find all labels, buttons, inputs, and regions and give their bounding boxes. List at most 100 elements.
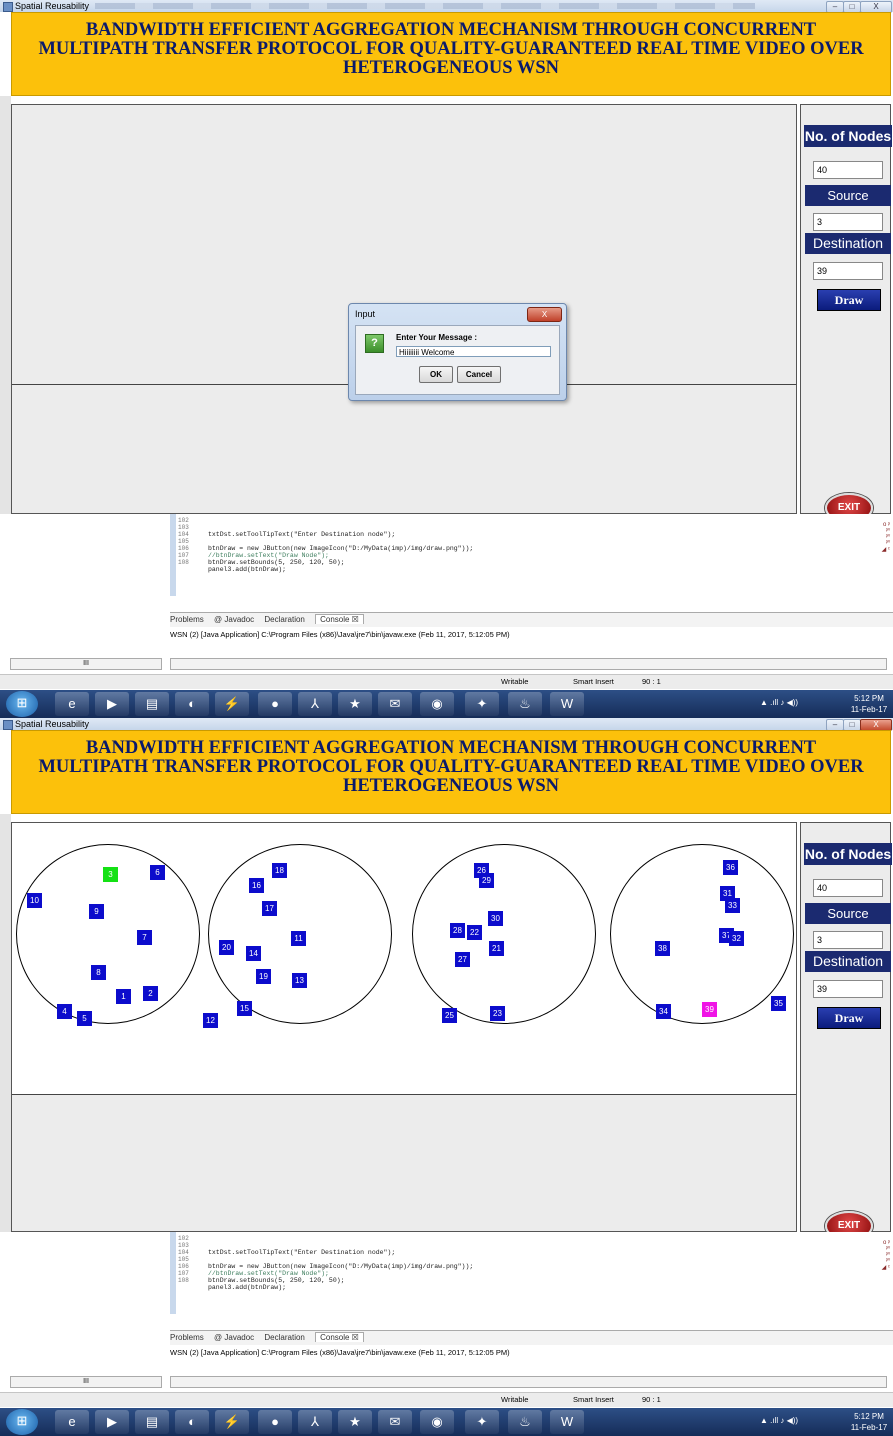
source-input[interactable]: 3 bbox=[813, 213, 883, 231]
sensor-node[interactable]: 23 bbox=[490, 1006, 505, 1021]
sensor-node[interactable]: 33 bbox=[725, 898, 740, 913]
project-title-banner: BANDWIDTH EFFICIENT AGGREGATION MECHANIS… bbox=[11, 12, 891, 96]
javaee-icon[interactable]: ✦ bbox=[465, 692, 499, 716]
destination-input[interactable]: 39 bbox=[813, 262, 883, 280]
sensor-node[interactable]: 5 bbox=[77, 1011, 92, 1026]
sensor-node[interactable]: 28 bbox=[450, 923, 465, 938]
javaee-icon[interactable]: ✦ bbox=[465, 1410, 499, 1434]
source-input[interactable]: 3 bbox=[813, 931, 883, 949]
sensor-node[interactable]: 3 bbox=[103, 867, 118, 882]
ok-button[interactable]: OK bbox=[419, 366, 453, 383]
tab-declaration[interactable]: Declaration bbox=[264, 1333, 304, 1342]
left-hscrollbar[interactable]: III bbox=[10, 658, 162, 670]
sensor-node[interactable]: 10 bbox=[27, 893, 42, 908]
star-app-icon[interactable]: ★ bbox=[338, 1410, 372, 1434]
tab-console[interactable]: Console ☒ bbox=[315, 1332, 364, 1342]
message-input[interactable]: Hiiiiiiii Welcome bbox=[396, 346, 551, 357]
lightning-icon[interactable]: ⚡ bbox=[215, 692, 249, 716]
dialog-close-button[interactable]: X bbox=[527, 307, 562, 322]
tab-javadoc[interactable]: @ Javadoc bbox=[214, 615, 254, 624]
word-icon[interactable]: W bbox=[550, 692, 584, 716]
sensor-node[interactable]: 8 bbox=[91, 965, 106, 980]
tab-javadoc[interactable]: @ Javadoc bbox=[214, 1333, 254, 1342]
sensor-node[interactable]: 11 bbox=[291, 931, 306, 946]
sensor-node[interactable]: 17 bbox=[262, 901, 277, 916]
nodes-input[interactable]: 40 bbox=[813, 161, 883, 179]
clock[interactable]: 5:12 PM 11-Feb-17 bbox=[848, 693, 890, 715]
sensor-node[interactable]: 34 bbox=[656, 1004, 671, 1019]
sensor-node[interactable]: 22 bbox=[467, 925, 482, 940]
acrobat-icon[interactable]: ⅄ bbox=[298, 1410, 332, 1434]
folder-icon[interactable]: ▤ bbox=[135, 692, 169, 716]
lightning-icon[interactable]: ⚡ bbox=[215, 1410, 249, 1434]
start-button-icon[interactable]: ⊞ bbox=[6, 691, 38, 717]
sensor-node[interactable]: 6 bbox=[150, 865, 165, 880]
network-canvas[interactable]: 3 6 10 9 7 8 1 2 4 5 18 16 17 11 20 14 1… bbox=[11, 822, 797, 1232]
draw-button[interactable]: Draw bbox=[817, 1007, 881, 1029]
media-player-icon[interactable]: ▶ bbox=[95, 1410, 129, 1434]
cancel-button[interactable]: Cancel bbox=[457, 366, 501, 383]
sensor-node[interactable]: 36 bbox=[723, 860, 738, 875]
sensor-node[interactable]: 25 bbox=[442, 1008, 457, 1023]
chrome-icon[interactable]: ◉ bbox=[420, 1410, 454, 1434]
nodes-input[interactable]: 40 bbox=[813, 879, 883, 897]
start-button-icon[interactable]: ⊞ bbox=[6, 1409, 38, 1435]
sensor-node[interactable]: 13 bbox=[292, 973, 307, 988]
folder-icon[interactable]: ▤ bbox=[135, 1410, 169, 1434]
sensor-node[interactable]: 4 bbox=[57, 1004, 72, 1019]
line-numbers: 102 103 104 105 106 107 108 bbox=[178, 517, 189, 566]
chrome-icon[interactable]: ◉ bbox=[420, 692, 454, 716]
sensor-node[interactable]: 29 bbox=[479, 873, 494, 888]
sensor-node[interactable]: 7 bbox=[137, 930, 152, 945]
sensor-node[interactable]: 21 bbox=[489, 941, 504, 956]
sensor-node[interactable]: 38 bbox=[655, 941, 670, 956]
tab-declaration[interactable]: Declaration bbox=[264, 615, 304, 624]
ie-icon[interactable]: e bbox=[55, 1410, 89, 1434]
system-tray-icons[interactable]: ▲ .ıll ♪ ◀)) bbox=[760, 1416, 798, 1425]
mail-icon[interactable]: ✉ bbox=[378, 1410, 412, 1434]
outline-mini-icons: o ᶳ ᶳᵛ ᶳᵛ ᶳᵛ ◢ ᶜ bbox=[881, 1240, 890, 1271]
firefox-icon[interactable]: ● bbox=[258, 1410, 292, 1434]
acrobat-icon[interactable]: ⅄ bbox=[298, 692, 332, 716]
eclipse-icon[interactable]: ◐ bbox=[175, 1410, 209, 1434]
screenshot-dialog-state: Spatial Reusability – □ X BANDWIDTH EFFI… bbox=[0, 0, 893, 718]
sensor-node[interactable]: 27 bbox=[455, 952, 470, 967]
eclipse-icon[interactable]: ◐ bbox=[175, 692, 209, 716]
firefox-icon[interactable]: ● bbox=[258, 692, 292, 716]
sensor-node[interactable]: 19 bbox=[256, 969, 271, 984]
word-icon[interactable]: W bbox=[550, 1410, 584, 1434]
destination-input[interactable]: 39 bbox=[813, 980, 883, 998]
sensor-node[interactable]: 9 bbox=[89, 904, 104, 919]
sensor-node[interactable]: 20 bbox=[219, 940, 234, 955]
sensor-node[interactable]: 16 bbox=[249, 878, 264, 893]
mail-icon[interactable]: ✉ bbox=[378, 692, 412, 716]
draw-button[interactable]: Draw bbox=[817, 289, 881, 311]
sensor-node[interactable]: 18 bbox=[272, 863, 287, 878]
clock-time: 5:12 PM bbox=[854, 694, 884, 703]
sensor-node[interactable]: 35 bbox=[771, 996, 786, 1011]
tab-problems[interactable]: Problems bbox=[170, 1333, 204, 1342]
star-app-icon[interactable]: ★ bbox=[338, 692, 372, 716]
system-tray-icons[interactable]: ▲ .ıll ♪ ◀)) bbox=[760, 698, 798, 707]
java-icon[interactable]: ♨ bbox=[508, 692, 542, 716]
code-editor[interactable]: txtDst.setToolTipText("Enter Destination… bbox=[208, 517, 473, 594]
console-hscrollbar[interactable] bbox=[170, 658, 887, 670]
sensor-node[interactable]: 30 bbox=[488, 911, 503, 926]
ie-icon[interactable]: e bbox=[55, 692, 89, 716]
sensor-node[interactable]: 12 bbox=[203, 1013, 218, 1028]
left-hscrollbar[interactable]: III bbox=[10, 1376, 162, 1388]
sensor-node[interactable]: 39 bbox=[702, 1002, 717, 1017]
sensor-node[interactable]: 1 bbox=[116, 989, 131, 1004]
code-editor[interactable]: txtDst.setToolTipText("Enter Destination… bbox=[208, 1235, 473, 1312]
java-icon[interactable]: ♨ bbox=[508, 1410, 542, 1434]
sensor-node[interactable]: 2 bbox=[143, 986, 158, 1001]
tab-problems[interactable]: Problems bbox=[170, 615, 204, 624]
media-player-icon[interactable]: ▶ bbox=[95, 692, 129, 716]
sensor-node[interactable]: 14 bbox=[246, 946, 261, 961]
clock[interactable]: 5:12 PM 11-Feb-17 bbox=[848, 1411, 890, 1433]
tab-console[interactable]: Console ☒ bbox=[315, 614, 364, 624]
sensor-node[interactable]: 15 bbox=[237, 1001, 252, 1016]
console-hscrollbar[interactable] bbox=[170, 1376, 887, 1388]
nodes-label: No. of Nodes bbox=[804, 125, 892, 147]
sensor-node[interactable]: 32 bbox=[729, 931, 744, 946]
